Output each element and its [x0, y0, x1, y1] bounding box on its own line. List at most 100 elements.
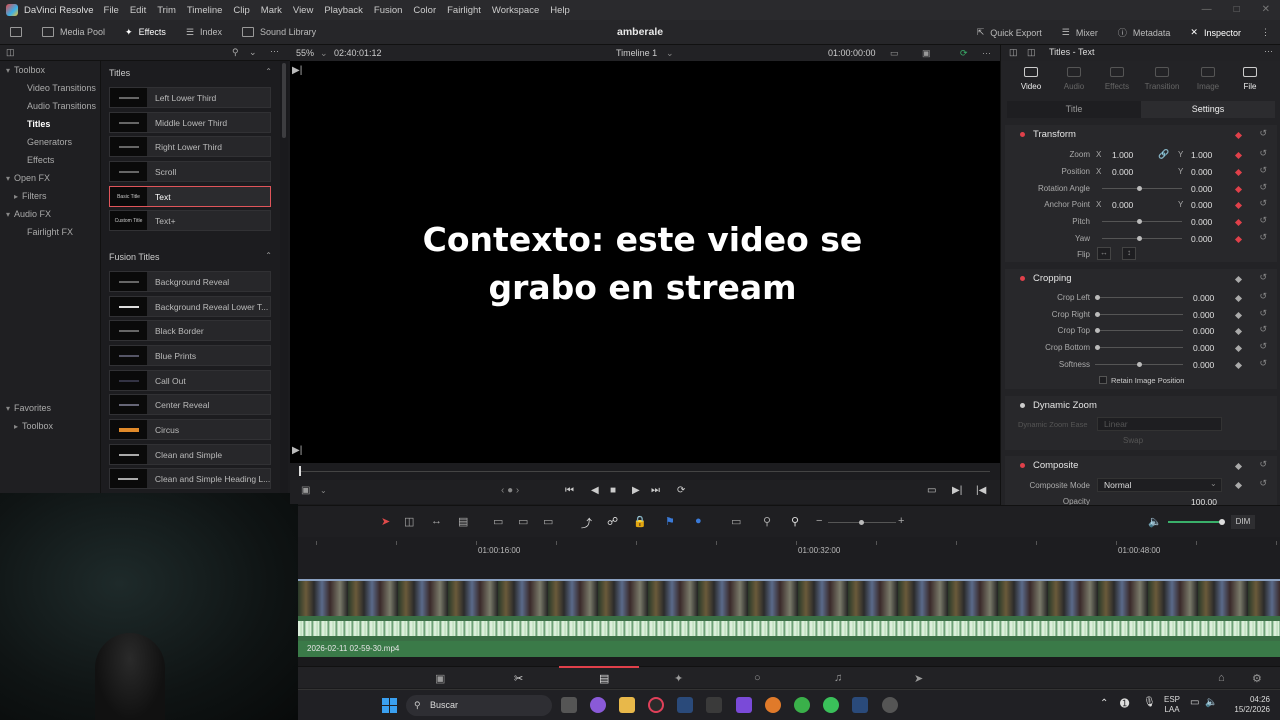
tree-open-fx[interactable]: ▾ Open FX [6, 173, 50, 183]
match-frame-icon[interactable]: ▭ [927, 485, 936, 496]
crop-left-value[interactable]: 0.000 [1193, 293, 1214, 303]
timeline-name[interactable]: Timeline 1 [616, 48, 657, 58]
reset-icon[interactable]: ↺ [1259, 198, 1267, 209]
menu-trim[interactable]: Trim [157, 5, 176, 16]
keyframe-icon[interactable] [1234, 218, 1243, 227]
tab-audio[interactable]: Audio [1052, 67, 1096, 91]
chevron-down-icon[interactable]: ⌄ [320, 48, 328, 59]
replace-clip-icon[interactable]: ▭ [543, 515, 553, 528]
crop-bottom-value[interactable]: 0.000 [1193, 343, 1214, 353]
tab-video[interactable]: Video [1009, 67, 1053, 91]
link-icon[interactable]: 🔗 [1158, 149, 1169, 160]
zoom-full-icon[interactable]: ▭ [731, 515, 741, 528]
zoom-detail-icon[interactable]: ⚲ [763, 515, 771, 528]
anchor-x-value[interactable]: 0.000 [1112, 200, 1133, 210]
slider-knob[interactable] [1137, 186, 1142, 191]
keyframe-icon[interactable] [1234, 344, 1243, 353]
inspector-pin-icon[interactable]: ◫ [1027, 47, 1036, 58]
slider-knob[interactable] [1137, 219, 1142, 224]
viewer-scrubber[interactable] [290, 463, 1000, 480]
settings-icon[interactable]: ⚙ [1252, 672, 1262, 685]
scrollbar-thumb[interactable] [282, 63, 286, 138]
menu-playback[interactable]: Playback [324, 5, 363, 16]
tree-effects[interactable]: Effects [27, 155, 54, 165]
enable-toggle[interactable] [1020, 132, 1025, 137]
keyframe-icon[interactable] [1234, 294, 1243, 303]
tree-video-transitions[interactable]: Video Transitions [27, 83, 96, 93]
blade-tool-icon[interactable]: ▤ [458, 515, 468, 528]
viewer-zoom[interactable]: 55% [296, 48, 314, 58]
media-pool-button[interactable]: Media Pool [32, 20, 115, 45]
keyframe-icon[interactable] [1234, 151, 1243, 160]
volume-icon[interactable]: 🔈 [1205, 697, 1217, 708]
menu-view[interactable]: View [293, 5, 313, 16]
effects-list-scrollbar[interactable] [280, 61, 288, 493]
slider-knob[interactable] [1095, 328, 1100, 333]
taskbar-clock[interactable]: 04:26 15/2/2026 [1234, 695, 1270, 715]
metadata-button[interactable]: ⓘ Metadata [1108, 20, 1181, 45]
keyframe-icon[interactable] [1234, 462, 1243, 471]
fusion-item-circus[interactable]: Circus [109, 419, 271, 440]
inspector-toggle-icon[interactable]: ◫ [1009, 47, 1018, 58]
tab-transition[interactable]: Transition [1140, 67, 1184, 91]
keyframe-icon[interactable] [1234, 131, 1243, 140]
xbox-icon[interactable] [794, 697, 810, 713]
app-icon[interactable] [706, 697, 722, 713]
microphone-icon[interactable]: 🎙 [1143, 697, 1156, 708]
yaw-value[interactable]: 0.000 [1191, 234, 1212, 244]
reset-icon[interactable]: ↺ [1259, 358, 1267, 369]
mixer-button[interactable]: ☰ Mixer [1052, 20, 1108, 45]
fairlight-page-icon[interactable]: ♫ [834, 672, 842, 684]
cut-page-icon[interactable]: ✂ [514, 672, 523, 685]
collapse-icon[interactable]: ⌃ [265, 67, 272, 76]
crop-icon[interactable]: ▣ [301, 485, 310, 496]
tree-fav-toolbox[interactable]: ▸ Toolbox [14, 421, 53, 431]
tree-audio-fx[interactable]: ▾ Audio FX [6, 209, 51, 219]
dynamic-zoom-ease-select[interactable]: Linear [1097, 417, 1222, 431]
keyframe-icon[interactable] [1234, 361, 1243, 370]
marker-icon[interactable]: ● [695, 515, 702, 527]
collapse-icon[interactable]: ⌃ [265, 251, 272, 260]
edit-page-icon[interactable]: ▤ [557, 666, 641, 685]
enable-toggle[interactable] [1020, 276, 1025, 281]
search-icon[interactable]: ⚲ [232, 47, 239, 58]
subtab-title[interactable]: Title [1007, 101, 1141, 118]
options-icon[interactable]: ⋯ [270, 46, 279, 57]
color-page-icon[interactable]: ○ [754, 672, 761, 684]
index-button[interactable]: ☰ Index [176, 20, 232, 45]
video-track-clip[interactable] [298, 579, 1280, 616]
reset-icon[interactable]: ↺ [1259, 182, 1267, 193]
tray-app-icon[interactable]: ➊ [1120, 697, 1129, 710]
audio-track-clip[interactable] [298, 616, 1280, 641]
transform-header[interactable]: Transform [1033, 129, 1076, 140]
yaw-slider[interactable] [1102, 236, 1182, 241]
crop-right-value[interactable]: 0.000 [1193, 310, 1214, 320]
slider-knob[interactable] [1095, 312, 1100, 317]
home-icon[interactable]: ⌂ [1218, 672, 1225, 684]
title-item-text-plus[interactable]: Custom Title Text+ [109, 210, 271, 231]
tab-file[interactable]: File [1228, 67, 1272, 91]
zoom-custom-icon[interactable]: ⚲ [791, 515, 799, 528]
quick-export-button[interactable]: ⇱ Quick Export [967, 20, 1052, 45]
deliver-page-icon[interactable]: ➤ [914, 672, 923, 685]
zoom-y-value[interactable]: 1.000 [1191, 150, 1212, 160]
slider-knob[interactable] [859, 520, 864, 525]
menu-color[interactable]: Color [413, 5, 436, 16]
swap-button[interactable]: Swap [1123, 436, 1143, 445]
subtab-settings[interactable]: Settings [1141, 101, 1275, 118]
tree-audio-transitions[interactable]: Audio Transitions [27, 101, 96, 111]
keyframe-icon[interactable] [1234, 235, 1243, 244]
title-item-text[interactable]: Basic Title Text [109, 186, 271, 207]
selection-tool-icon[interactable]: ➤ [381, 515, 390, 528]
panel-toggle-button[interactable] [0, 20, 32, 45]
menu-file[interactable]: File [104, 5, 119, 16]
crop-left-slider[interactable] [1095, 295, 1183, 300]
zoom-in-icon[interactable]: + [898, 515, 904, 527]
zoom-out-icon[interactable]: − [816, 515, 822, 527]
scrubber-track[interactable] [300, 471, 990, 472]
overwrite-clip-icon[interactable]: ▭ [518, 515, 528, 528]
title-item-scroll[interactable]: Scroll [109, 161, 271, 182]
insert-clip-icon[interactable]: ▭ [493, 515, 503, 528]
flip-vertical-icon[interactable]: ↕ [1122, 247, 1136, 260]
sync-icon[interactable]: ⟳ [960, 48, 968, 59]
